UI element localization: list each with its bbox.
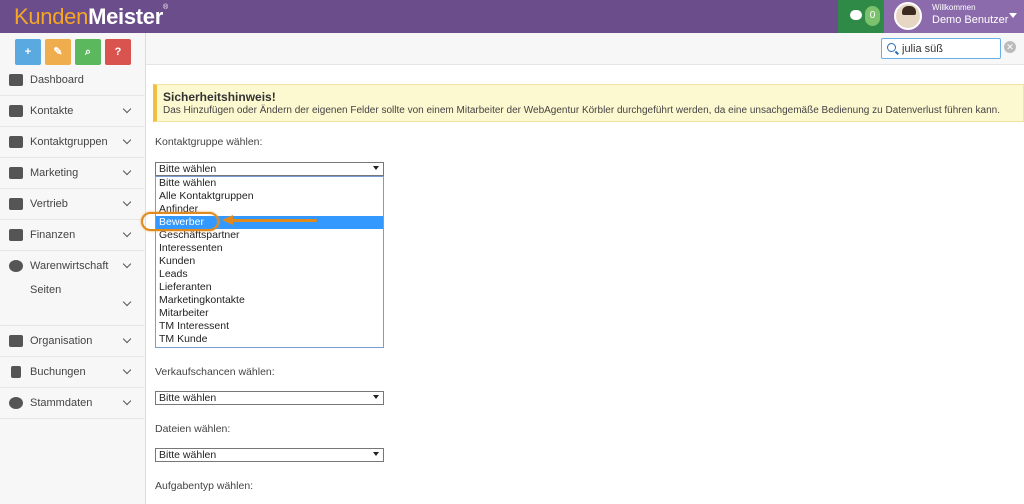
dropdown-option[interactable]: Mitarbeiter — [156, 307, 383, 320]
user-menu[interactable]: Willkommen Demo Benutzer — [884, 0, 1024, 33]
warning-title: Sicherheitshinweis! — [163, 90, 276, 104]
dateien-label: Dateien wählen: — [155, 423, 231, 435]
envelope-icon — [9, 167, 23, 179]
verkaufschancen-select-value: Bitte wählen — [159, 392, 217, 404]
sidebar-item-label: Finanzen — [30, 229, 76, 241]
security-warning: Sicherheitshinweis! Das Hinzufügen oder … — [153, 84, 1024, 122]
welcome-text: Willkommen — [932, 3, 976, 12]
kontaktgruppe-select[interactable]: Bitte wählen — [155, 162, 384, 176]
arrow-line — [232, 219, 317, 222]
sidebar-item-buchungen[interactable]: Buchungen — [0, 357, 146, 388]
search-icon — [887, 43, 896, 52]
sidebar-item-seiten[interactable]: Seiten — [0, 282, 146, 326]
dropdown-option[interactable]: Marketingkontakte — [156, 294, 383, 307]
sidebar-item-label: Dashboard — [30, 74, 84, 86]
sidebar-item-label: Seiten — [30, 284, 62, 296]
sidebar-item-kontaktgruppen[interactable]: Kontaktgruppen — [0, 127, 146, 158]
chevron-down-icon — [122, 197, 132, 207]
warning-text: Das Hinzufügen oder Ändern der eigenen F… — [163, 105, 1000, 116]
users-icon — [9, 136, 23, 148]
dropdown-option[interactable]: Kunden — [156, 255, 383, 268]
sidebar-item-kontakte[interactable]: Kontakte — [0, 96, 146, 127]
kontaktgruppe-select-value: Bitte wählen — [159, 163, 217, 175]
sidebar-item-label: Buchungen — [30, 366, 86, 378]
dateien-select-value: Bitte wählen — [159, 449, 217, 461]
cogs-icon — [9, 397, 23, 409]
search-bar-row: ✕ — [146, 33, 1024, 65]
search-input[interactable] — [902, 41, 997, 56]
chevron-down-icon — [122, 166, 132, 176]
message-count-badge: 0 — [865, 6, 880, 26]
sidebar-item-label: Stammdaten — [30, 397, 93, 409]
dateien-select[interactable]: Bitte wählen — [155, 448, 384, 462]
quick-help-button[interactable]: ? — [105, 39, 131, 65]
sidebar-item-vertrieb[interactable]: Vertrieb — [0, 189, 146, 220]
verkaufschancen-label: Verkaufschancen wählen: — [155, 366, 275, 378]
dropdown-option[interactable]: Lieferanten — [156, 281, 383, 294]
globe-icon — [9, 260, 23, 272]
edit-icon — [9, 335, 23, 347]
money-icon — [9, 229, 23, 241]
user-icon — [9, 105, 23, 117]
chevron-down-icon — [122, 228, 132, 238]
sidebar-item-label: Vertrieb — [30, 198, 68, 210]
chevron-down-icon — [122, 135, 132, 145]
sidebar-item-label: Marketing — [30, 167, 79, 179]
aufgabentyp-label: Aufgabentyp wählen: — [155, 480, 254, 492]
sidebar-item-finanzen[interactable]: Finanzen — [0, 220, 146, 251]
logo-part1: Kunden — [14, 4, 89, 29]
dropdown-option[interactable]: Interessenten — [156, 242, 383, 255]
sidebar-item-marketing[interactable]: Marketing — [0, 158, 146, 189]
quick-add-button[interactable]: + — [15, 39, 41, 65]
logo-mark: ® — [163, 4, 168, 11]
kontaktgruppe-dropdown-list[interactable]: Bitte wählen Alle Kontaktgruppen Anfinde… — [155, 176, 384, 348]
chevron-down-icon — [122, 334, 132, 344]
sidebar-item-label: Kontaktgruppen — [30, 136, 108, 148]
sidebar-item-label: Warenwirtschaft — [30, 260, 109, 272]
clear-search-icon[interactable]: ✕ — [1004, 41, 1016, 53]
avatar — [894, 2, 922, 30]
sidebar-item-dashboard[interactable]: Dashboard — [0, 65, 146, 96]
chat-icon — [850, 10, 862, 20]
bar-chart-icon — [9, 198, 23, 210]
sidebar-item-label: Organisation — [30, 335, 93, 347]
top-bar: KundenMeister® 0 Willkommen Demo Benutze… — [0, 0, 1024, 33]
dropdown-option[interactable]: Bitte wählen — [156, 177, 383, 190]
sidebar-nav: Dashboard Kontakte Kontaktgruppen Market… — [0, 65, 146, 419]
chevron-down-icon — [122, 297, 132, 307]
caret-down-icon — [373, 166, 379, 170]
search-box[interactable] — [881, 38, 1001, 59]
kontaktgruppe-label: Kontaktgruppe wählen: — [155, 136, 263, 148]
quick-search-button[interactable]: ⌕ — [75, 39, 101, 65]
username: Demo Benutzer — [932, 14, 1009, 26]
sidebar-item-label: Kontakte — [30, 105, 74, 117]
dropdown-option[interactable]: Alle Kontaktgruppen — [156, 190, 383, 203]
sidebar: + ✎ ⌕ ? Dashboard Kontakte Kontaktgruppe… — [0, 33, 146, 504]
chevron-down-icon — [122, 396, 132, 406]
caret-down-icon — [373, 452, 379, 456]
sidebar-item-warenwirtschaft[interactable]: Warenwirtschaft — [0, 251, 146, 282]
dropdown-option[interactable]: TM Interessent — [156, 320, 383, 333]
chevron-down-icon — [122, 259, 132, 269]
bookmark-icon — [11, 366, 21, 378]
quick-comment-button[interactable]: ✎ — [45, 39, 71, 65]
logo[interactable]: KundenMeister® — [14, 4, 168, 30]
messages-button[interactable]: 0 — [838, 0, 884, 33]
caret-down-icon — [373, 395, 379, 399]
highlight-ring — [141, 212, 219, 231]
dropdown-option[interactable]: TM Kunde — [156, 333, 383, 346]
chevron-down-icon — [122, 104, 132, 114]
dropdown-option[interactable]: Leads — [156, 268, 383, 281]
verkaufschancen-select[interactable]: Bitte wählen — [155, 391, 384, 405]
logo-part2: Meister — [88, 4, 163, 29]
chevron-down-icon — [122, 365, 132, 375]
sidebar-item-stammdaten[interactable]: Stammdaten — [0, 388, 146, 419]
dashboard-icon — [9, 74, 23, 86]
caret-down-icon — [1009, 13, 1017, 18]
sidebar-item-organisation[interactable]: Organisation — [0, 326, 146, 357]
